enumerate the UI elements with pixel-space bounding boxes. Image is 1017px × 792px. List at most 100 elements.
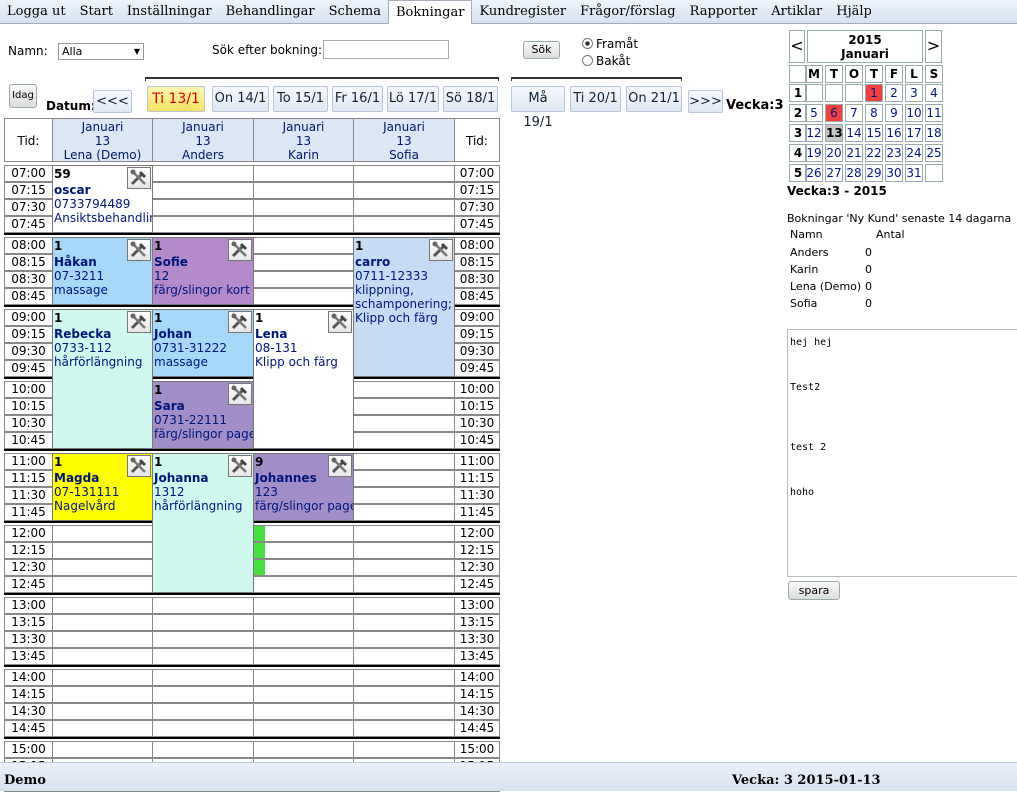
calendar-day[interactable]: 5: [805, 104, 823, 122]
notes-textarea[interactable]: hej hej Test2 test 2 hoho: [787, 329, 1017, 577]
time-slot[interactable]: [253, 237, 354, 254]
time-slot[interactable]: [152, 720, 254, 737]
tools-icon[interactable]: [127, 311, 151, 333]
appointment-block[interactable]: 1 Johanna 1312 hårförlängning: [152, 453, 254, 593]
time-slot[interactable]: [353, 686, 455, 703]
time-slot[interactable]: [353, 741, 455, 758]
calendar-day[interactable]: 4: [925, 84, 943, 102]
tools-icon[interactable]: [228, 311, 252, 333]
time-slot[interactable]: [52, 669, 153, 686]
time-slot[interactable]: [152, 669, 254, 686]
prev-week-button[interactable]: <<<: [93, 90, 132, 113]
calendar-day[interactable]: 27: [825, 164, 843, 182]
day-button[interactable]: On 14/1: [212, 86, 269, 112]
time-slot[interactable]: [152, 648, 254, 665]
time-slot[interactable]: [52, 559, 153, 576]
time-slot[interactable]: [152, 597, 254, 614]
tools-icon[interactable]: [228, 383, 252, 405]
time-slot[interactable]: [253, 631, 354, 648]
time-slot[interactable]: [253, 576, 354, 593]
calendar-day[interactable]: 30: [885, 164, 903, 182]
time-slot[interactable]: [52, 525, 153, 542]
calendar-day[interactable]: 1: [865, 84, 883, 102]
time-slot[interactable]: [253, 648, 354, 665]
day-button[interactable]: Må 19/1: [511, 86, 565, 130]
calendar-day[interactable]: 17: [905, 124, 923, 142]
staff-column-header[interactable]: Januari 13 Sofia: [353, 118, 455, 162]
time-slot[interactable]: [52, 576, 153, 593]
calendar-day[interactable]: 11: [925, 104, 943, 122]
calendar-day[interactable]: 26: [805, 164, 823, 182]
tools-icon[interactable]: [127, 167, 151, 189]
save-button[interactable]: spara: [788, 581, 840, 600]
time-slot[interactable]: [253, 542, 354, 559]
time-slot[interactable]: [353, 165, 455, 182]
time-slot[interactable]: [152, 614, 254, 631]
time-slot[interactable]: [152, 741, 254, 758]
nav-item-inställningar[interactable]: Inställningar: [120, 0, 219, 24]
time-slot[interactable]: [253, 703, 354, 720]
time-slot[interactable]: [52, 614, 153, 631]
time-slot[interactable]: [353, 703, 455, 720]
name-select[interactable]: Alla ▼: [58, 43, 144, 60]
calendar-next-button[interactable]: >: [925, 30, 942, 63]
time-slot[interactable]: [353, 453, 455, 470]
time-slot[interactable]: [253, 288, 354, 305]
tools-icon[interactable]: [228, 455, 252, 477]
calendar-day[interactable]: 3: [905, 84, 923, 102]
calendar-prev-button[interactable]: <: [789, 30, 805, 63]
time-slot[interactable]: [353, 470, 455, 487]
appointment-block[interactable]: 1 Johan 0731-31222 massage: [152, 309, 254, 377]
nav-item-loggaut[interactable]: Logga ut: [0, 0, 73, 24]
calendar-day[interactable]: 12: [805, 124, 823, 142]
calendar-day[interactable]: 18: [925, 124, 943, 142]
time-slot[interactable]: [353, 597, 455, 614]
calendar-day[interactable]: 25: [925, 144, 943, 162]
appointment-block[interactable]: 59oscar0733794489Ansiktsbehandling: [52, 165, 153, 233]
time-slot[interactable]: [253, 720, 354, 737]
time-slot[interactable]: [353, 182, 455, 199]
appointment-block[interactable]: 9 Johannes 123 färg/slingor page: [253, 453, 354, 521]
time-slot[interactable]: [52, 703, 153, 720]
appointment-block[interactable]: 1 Rebecka 0733-112 hårförlängning: [52, 309, 153, 449]
time-slot[interactable]: [152, 216, 254, 233]
calendar-day[interactable]: 24: [905, 144, 923, 162]
search-button[interactable]: Sök: [523, 41, 560, 59]
time-slot[interactable]: [353, 432, 455, 449]
time-slot[interactable]: [353, 381, 455, 398]
appointment-block[interactable]: 1 Lena 08-131 Klipp och färg: [253, 309, 354, 449]
calendar-day[interactable]: 8: [865, 104, 883, 122]
time-slot[interactable]: [152, 182, 254, 199]
booking-search-input[interactable]: [323, 40, 449, 59]
nav-item-rapporter[interactable]: Rapporter: [683, 0, 765, 24]
time-slot[interactable]: [353, 614, 455, 631]
time-slot[interactable]: [353, 199, 455, 216]
time-slot[interactable]: [353, 720, 455, 737]
calendar-day[interactable]: 20: [825, 144, 843, 162]
time-slot[interactable]: [253, 216, 354, 233]
appointment-block[interactable]: 1 Magda 07-131111 Nagelvård: [52, 453, 153, 521]
time-slot[interactable]: [152, 686, 254, 703]
calendar-day[interactable]: 10: [905, 104, 923, 122]
time-slot[interactable]: [253, 182, 354, 199]
time-slot[interactable]: [353, 216, 455, 233]
nav-item-start[interactable]: Start: [73, 0, 120, 24]
time-slot[interactable]: [152, 703, 254, 720]
calendar-day[interactable]: 28: [845, 164, 863, 182]
time-slot[interactable]: [253, 199, 354, 216]
time-slot[interactable]: [253, 559, 354, 576]
calendar-day[interactable]: 2: [885, 84, 903, 102]
time-slot[interactable]: [253, 597, 354, 614]
day-button[interactable]: On 21/1: [626, 86, 682, 112]
appointment-block[interactable]: 1 Sara 0731-22111 färg/slingor page: [152, 381, 254, 449]
staff-column-header[interactable]: Januari 13 Karin: [253, 118, 354, 162]
time-slot[interactable]: [353, 525, 455, 542]
time-slot[interactable]: [152, 631, 254, 648]
tools-icon[interactable]: [328, 455, 352, 477]
calendar-day[interactable]: 29: [865, 164, 883, 182]
day-button[interactable]: Fr 16/1: [332, 86, 383, 112]
tools-icon[interactable]: [127, 455, 151, 477]
day-button[interactable]: To 15/1: [273, 86, 328, 112]
forward-radio[interactable]: [582, 38, 593, 49]
time-slot[interactable]: [353, 542, 455, 559]
